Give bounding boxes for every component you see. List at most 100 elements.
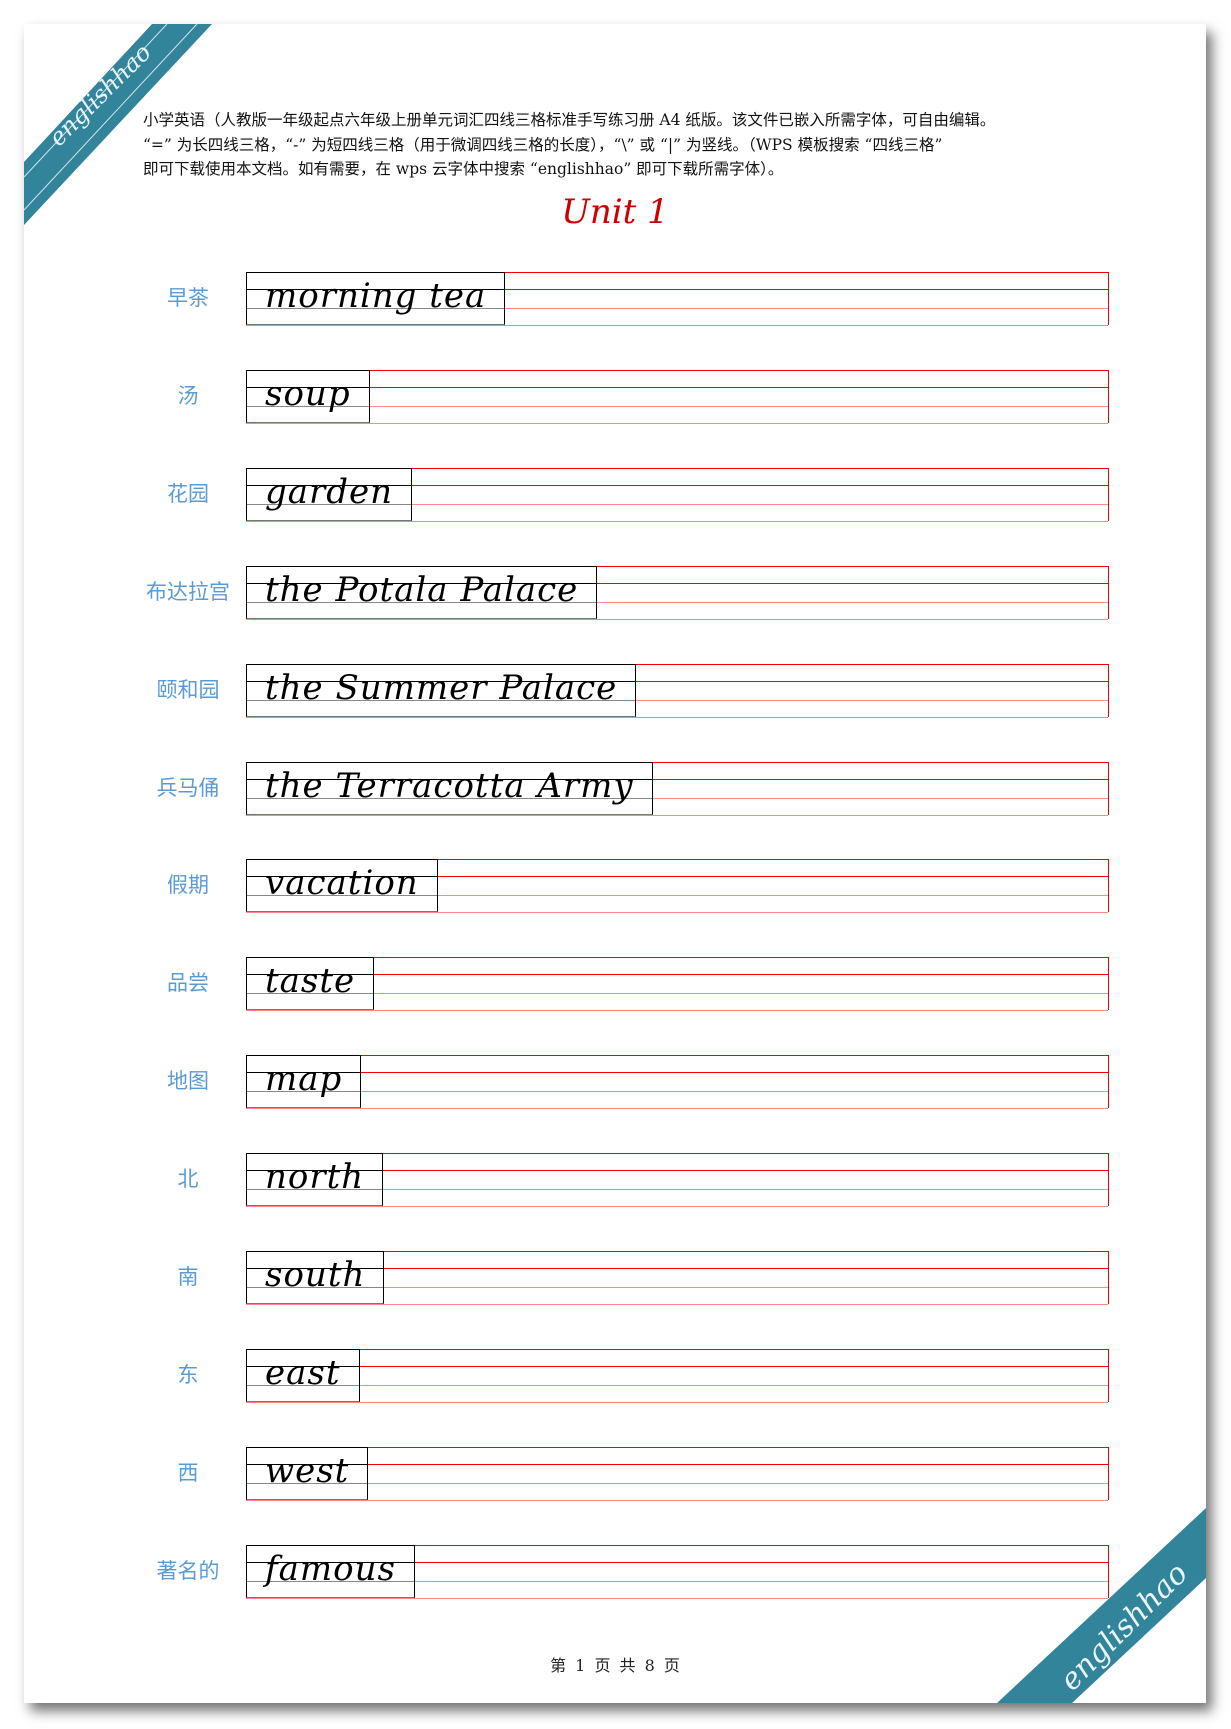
- chinese-meaning: 兵马俑: [156, 775, 220, 800]
- word-row: 兵马俑 the Terracotta Army: [24, 761, 1206, 816]
- english-word: east: [265, 1352, 341, 1393]
- word-row: 汤 soup: [24, 369, 1206, 424]
- english-word: south: [265, 1255, 366, 1295]
- english-word: famous: [265, 1548, 396, 1589]
- chinese-meaning: 花园: [167, 481, 209, 506]
- guide-line: [246, 1597, 1108, 1599]
- english-word: map: [265, 1059, 343, 1100]
- english-word: the Terracotta Army: [265, 765, 634, 806]
- four-line-grid[interactable]: the Potala Palace: [246, 565, 1109, 620]
- english-word: the Potala Palace: [265, 569, 579, 610]
- guide-line: [246, 325, 1108, 326]
- english-word-box: garden: [246, 467, 413, 521]
- guide-line: [246, 1072, 1108, 1074]
- guide-line: [246, 1348, 1108, 1350]
- chinese-meaning: 颐和园: [156, 677, 220, 702]
- english-word-box: the Summer Palace: [246, 663, 637, 717]
- english-word-box: map: [246, 1055, 362, 1109]
- chinese-meaning: 地图: [167, 1069, 209, 1094]
- four-line-grid[interactable]: taste: [246, 957, 1109, 1012]
- english-word: north: [265, 1157, 365, 1198]
- word-row: 西 west: [24, 1446, 1206, 1501]
- guide-line: [246, 1304, 1108, 1305]
- chinese-meaning: 著名的: [156, 1558, 220, 1583]
- guide-line: [246, 1108, 1108, 1110]
- four-line-grid[interactable]: map: [246, 1055, 1109, 1110]
- intro-text: 小学英语（人教版一年级起点六年级上册单元词汇四线三格标准手写练习册 A4 纸版。…: [143, 108, 1143, 182]
- four-line-grid[interactable]: north: [246, 1153, 1109, 1208]
- guide-line: [246, 1482, 1108, 1484]
- guide-line: [246, 1463, 1108, 1465]
- chinese-meaning: 布达拉宫: [146, 579, 230, 604]
- guide-line: [246, 716, 1108, 718]
- worksheet-page: englishhao englishhao 小学英语（人教版一年级起点六年级上册…: [24, 24, 1206, 1703]
- word-row: 花园 garden: [24, 467, 1206, 522]
- chinese-meaning: 南: [177, 1265, 199, 1289]
- english-word: soup: [265, 373, 351, 414]
- guide-line: [246, 1384, 1108, 1386]
- english-word-box: north: [246, 1153, 384, 1207]
- guide-line: [246, 369, 1108, 371]
- four-line-grid[interactable]: south: [246, 1251, 1109, 1305]
- word-row: 颐和园 the Summer Palace: [24, 663, 1206, 718]
- guide-line: [246, 974, 1108, 976]
- word-row: 地图 map: [24, 1055, 1206, 1110]
- intro-line: 即可下载使用本文档。如有需要，在 wps 云字体中搜索 “englishhao”…: [143, 160, 784, 178]
- four-line-grid[interactable]: the Summer Palace: [246, 663, 1109, 718]
- english-word-box: west: [246, 1446, 369, 1500]
- chinese-meaning: 汤: [177, 383, 199, 408]
- english-word: garden: [265, 471, 394, 512]
- guide-line: [246, 520, 1108, 522]
- english-word: vacation: [265, 863, 419, 904]
- english-word-box: taste: [246, 957, 375, 1011]
- chinese-meaning: 早茶: [167, 286, 209, 310]
- word-row: 假期 vacation: [24, 859, 1206, 914]
- english-word-box: the Potala Palace: [246, 565, 598, 619]
- english-word-box: soup: [246, 369, 370, 423]
- guide-line: [246, 405, 1108, 407]
- intro-line: 小学英语（人教版一年级起点六年级上册单元词汇四线三格标准手写练习册 A4 纸版。…: [143, 111, 996, 129]
- guide-line: [246, 993, 1108, 995]
- word-row: 北 north: [24, 1153, 1206, 1208]
- chinese-meaning: 东: [177, 1362, 199, 1387]
- guide-line: [246, 1091, 1108, 1093]
- english-word-box: vacation: [246, 859, 438, 913]
- guide-line: [246, 386, 1108, 388]
- english-word-box: morning tea: [246, 272, 506, 325]
- four-line-grid[interactable]: the Terracotta Army: [246, 761, 1109, 816]
- word-row: 东 east: [24, 1348, 1206, 1403]
- word-row: 布达拉宫 the Potala Palace: [24, 565, 1206, 620]
- word-row: 著名的 famous: [24, 1544, 1206, 1599]
- four-line-grid[interactable]: west: [246, 1446, 1109, 1501]
- guide-line: [246, 1055, 1108, 1057]
- chinese-meaning: 品尝: [167, 971, 209, 996]
- chinese-meaning: 西: [177, 1460, 199, 1485]
- english-word: taste: [265, 961, 356, 1002]
- guide-line: [246, 1401, 1108, 1403]
- guide-line: [246, 1365, 1108, 1367]
- english-word-box: famous: [246, 1544, 415, 1598]
- guide-line: [246, 814, 1108, 816]
- intro-line: “=” 为长四线三格，“-” 为短四线三格（用于微调四线三格的长度），“\” 或…: [143, 135, 943, 154]
- four-line-grid[interactable]: garden: [246, 467, 1109, 522]
- guide-line: [246, 1206, 1108, 1208]
- english-word: west: [265, 1450, 350, 1491]
- page-footer: 第 1 页 共 8 页: [550, 1656, 680, 1675]
- english-word: morning tea: [265, 276, 487, 316]
- guide-line: [246, 422, 1108, 424]
- four-line-grid[interactable]: morning tea: [246, 272, 1109, 326]
- chinese-meaning: 北: [177, 1167, 199, 1192]
- four-line-grid[interactable]: famous: [246, 1544, 1109, 1599]
- word-row: 南 south: [24, 1251, 1206, 1305]
- guide-line: [246, 618, 1108, 620]
- guide-line: [246, 912, 1108, 914]
- guide-line: [246, 1499, 1108, 1501]
- word-row: 早茶 morning tea: [24, 272, 1206, 326]
- english-word: the Summer Palace: [265, 667, 618, 708]
- english-word-box: south: [246, 1251, 385, 1304]
- guide-line: [246, 1446, 1108, 1448]
- four-line-grid[interactable]: east: [246, 1348, 1109, 1403]
- guide-line: [246, 1010, 1108, 1012]
- four-line-grid[interactable]: vacation: [246, 859, 1109, 914]
- four-line-grid[interactable]: soup: [246, 369, 1109, 424]
